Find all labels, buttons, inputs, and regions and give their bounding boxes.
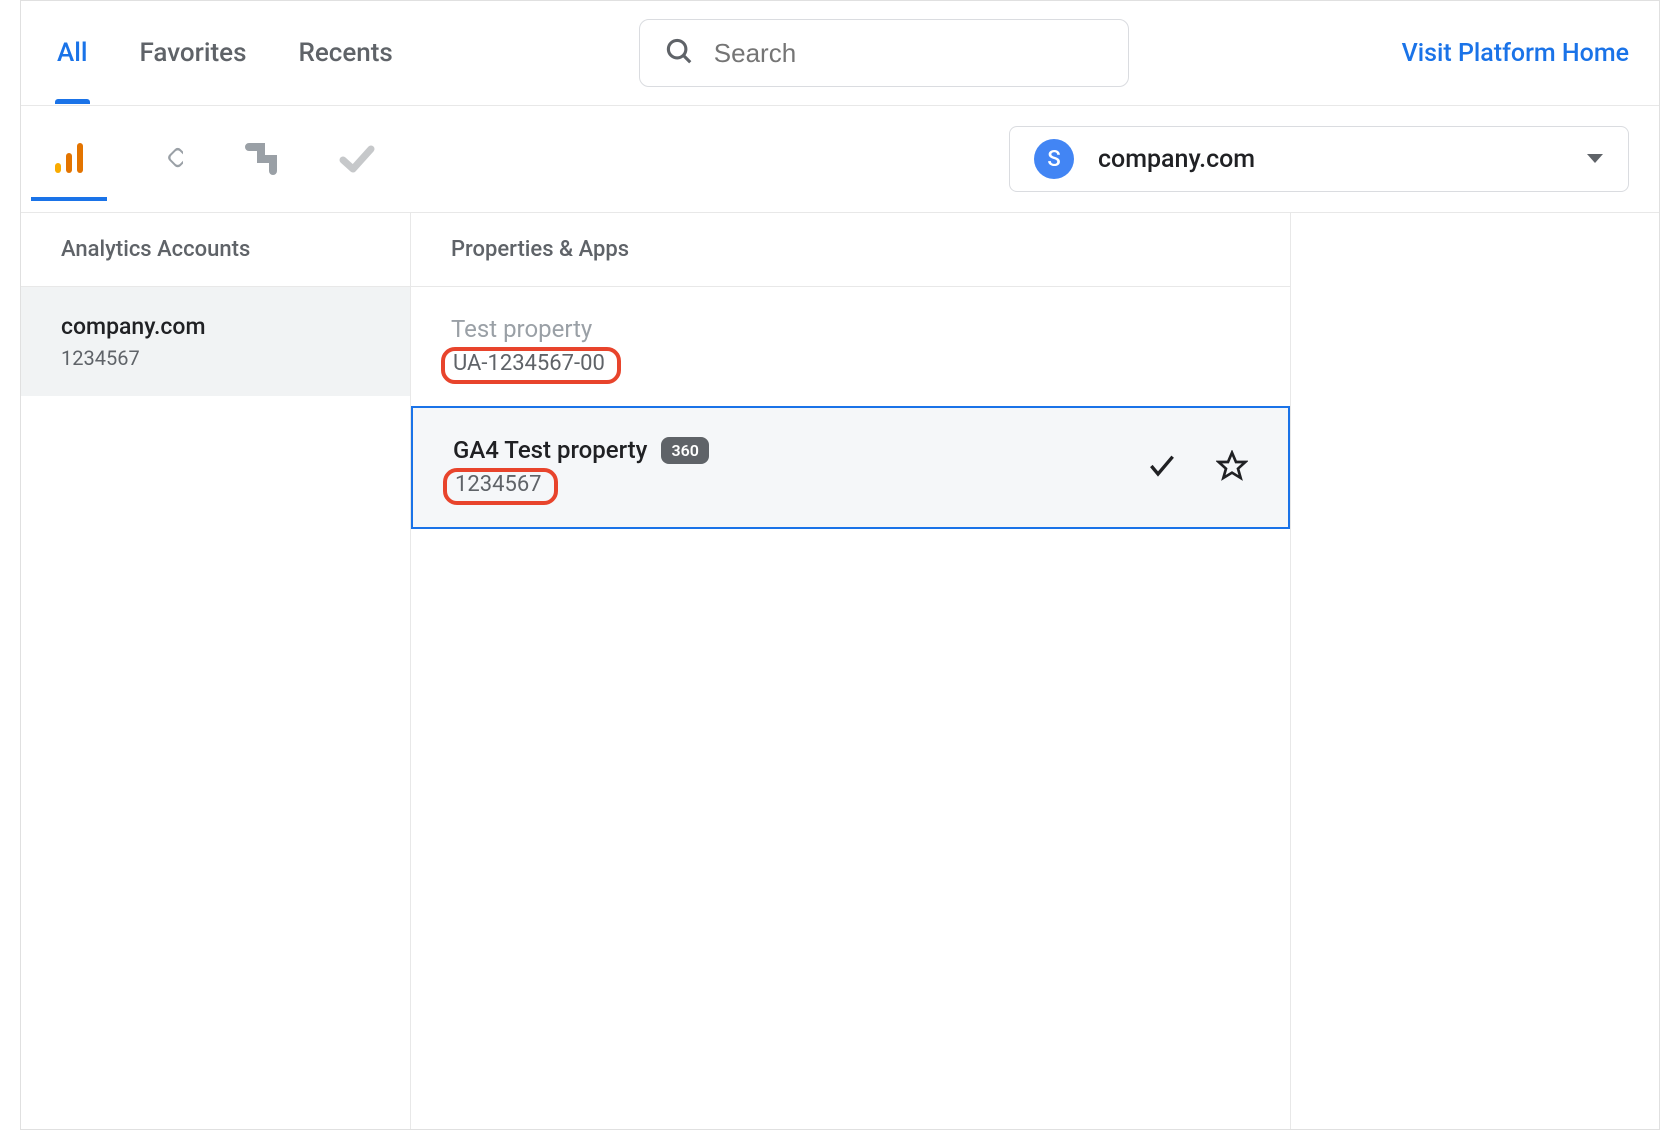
property-name: Test property [451, 315, 592, 343]
accounts-column-header: Analytics Accounts [21, 213, 410, 287]
organization-avatar: S [1034, 139, 1074, 179]
property-text: Test property UA-1234567-00 [451, 305, 1250, 388]
property-text: GA4 Test property 360 1234567 [453, 426, 1146, 509]
properties-column: Properties & Apps Test property UA-12345… [411, 213, 1291, 1129]
check-product-icon[interactable] [339, 141, 375, 177]
top-tabs: All Favorites Recents [51, 24, 399, 82]
property-actions [1146, 450, 1248, 486]
badge-360: 360 [661, 437, 708, 464]
analytics-icon[interactable] [51, 141, 87, 177]
check-icon [1146, 450, 1178, 486]
tab-recents[interactable]: Recents [292, 24, 398, 82]
search-box[interactable] [639, 19, 1129, 87]
star-icon[interactable] [1216, 450, 1248, 486]
organization-name: company.com [1098, 145, 1255, 174]
account-row[interactable]: company.com 1234567 [21, 287, 410, 396]
properties-column-header: Properties & Apps [411, 213, 1290, 287]
tab-all[interactable]: All [51, 24, 94, 82]
visit-platform-home-link[interactable]: Visit Platform Home [1402, 39, 1629, 68]
tab-favorites[interactable]: Favorites [134, 24, 253, 82]
property-row-selected[interactable]: GA4 Test property 360 1234567 [411, 406, 1290, 529]
product-icons [51, 141, 375, 177]
search-icon [664, 36, 694, 70]
account-name: company.com [61, 313, 370, 340]
property-name: GA4 Test property [453, 436, 647, 464]
caret-down-icon [1586, 150, 1604, 169]
property-id-highlight: 1234567 [443, 468, 558, 505]
property-id-highlight: UA-1234567-00 [441, 347, 621, 384]
property-picker: All Favorites Recents Visit Platform Hom… [20, 0, 1660, 1130]
tag-manager-icon[interactable] [147, 141, 183, 177]
search-input[interactable] [714, 38, 1104, 69]
columns: Analytics Accounts company.com 1234567 P… [21, 213, 1659, 1129]
product-bar: S company.com [21, 106, 1659, 213]
empty-column [1291, 213, 1659, 1129]
top-bar: All Favorites Recents Visit Platform Hom… [21, 1, 1659, 106]
accounts-column: Analytics Accounts company.com 1234567 [21, 213, 411, 1129]
optimize-icon[interactable] [243, 141, 279, 177]
organization-selector[interactable]: S company.com [1009, 126, 1629, 192]
account-id: 1234567 [61, 346, 370, 370]
property-row[interactable]: Test property UA-1234567-00 [411, 287, 1290, 406]
